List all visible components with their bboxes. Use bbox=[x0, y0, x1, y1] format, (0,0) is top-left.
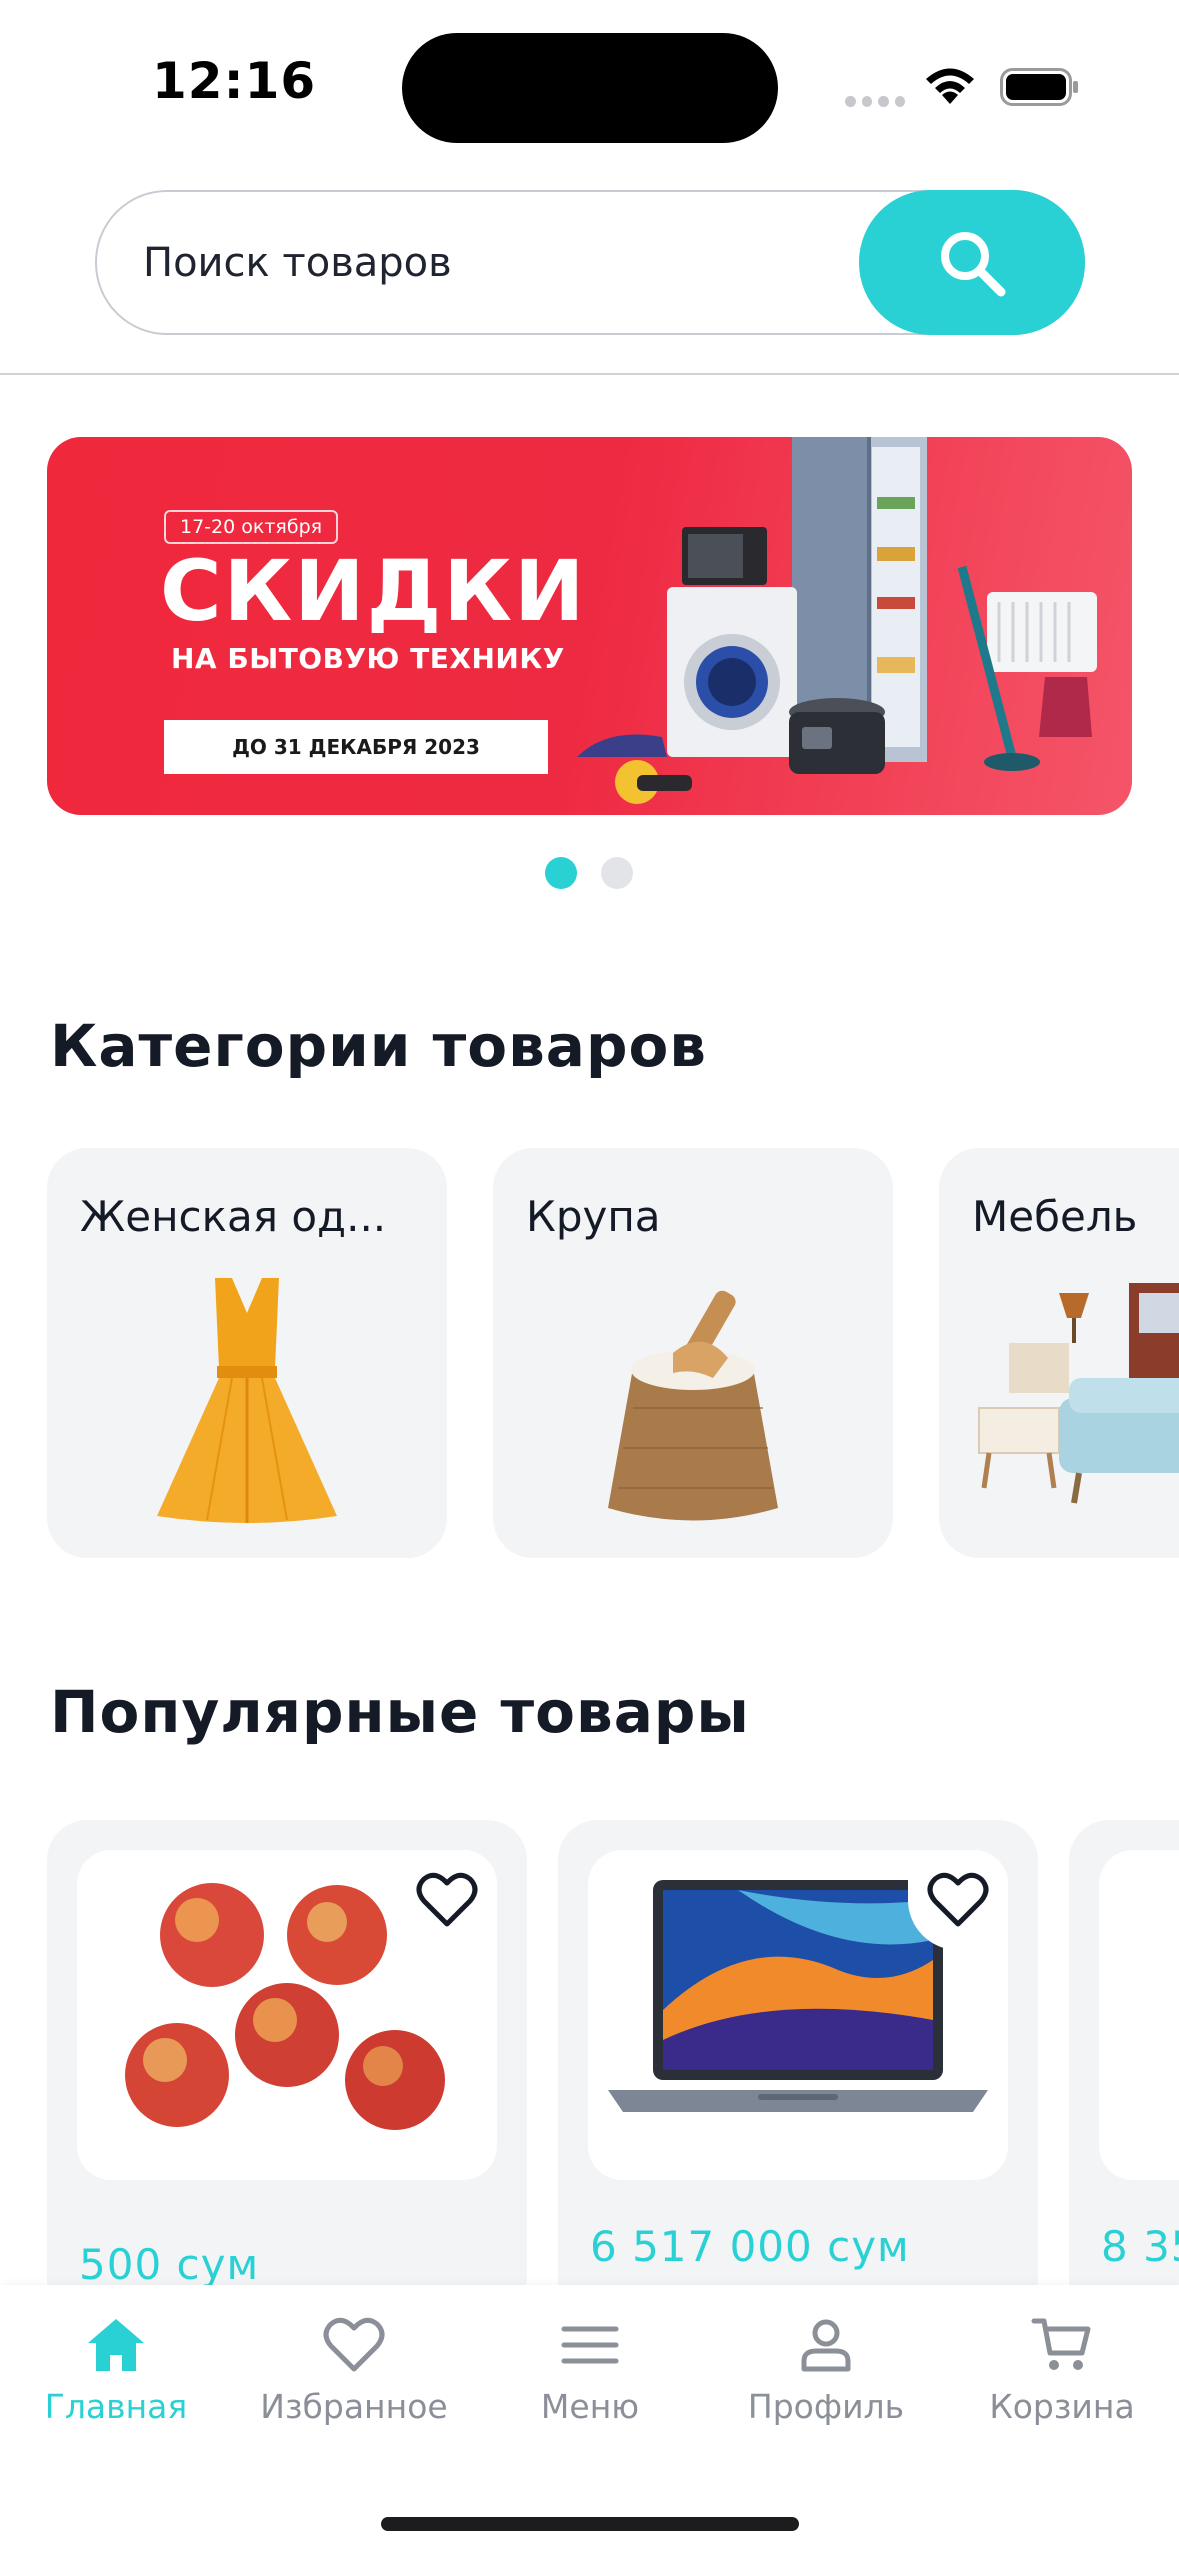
header-divider bbox=[0, 373, 1179, 375]
heart-icon bbox=[323, 2317, 385, 2372]
search-icon bbox=[941, 231, 1006, 296]
product-card[interactable]: 6 517 000 сум bbox=[558, 1820, 1038, 2285]
banner-date-range: 17-20 октября bbox=[164, 510, 339, 544]
home-indicator bbox=[381, 2517, 799, 2531]
profile-icon bbox=[801, 2319, 851, 2372]
wifi-icon bbox=[926, 68, 974, 104]
banner-title: СКИДКИ bbox=[160, 542, 587, 640]
tab-label: Корзина bbox=[989, 2387, 1135, 2426]
tab-label: Главная bbox=[44, 2387, 188, 2426]
banner-deadline: ДО 31 ДЕКАБРЯ 2023 bbox=[164, 720, 548, 774]
categories-list: Женская од... Крупа Мебель bbox=[47, 1148, 1179, 1558]
carousel-dot-2[interactable] bbox=[601, 857, 633, 889]
tab-label: Меню bbox=[540, 2387, 640, 2426]
tab-profile[interactable]: Профиль bbox=[708, 2313, 944, 2433]
heart-icon bbox=[927, 1872, 989, 1927]
popular-products-list: 500 сум 6 517 000 сум 8 35 bbox=[47, 1820, 1179, 2285]
category-card-furniture[interactable]: Мебель bbox=[939, 1148, 1179, 1558]
product-image-container bbox=[1099, 1850, 1179, 2180]
tab-cart[interactable]: Корзина bbox=[944, 2313, 1179, 2433]
grain-sack-image bbox=[608, 1290, 778, 1521]
tab-label: Профиль bbox=[747, 2387, 905, 2426]
product-image-container bbox=[77, 1850, 497, 2180]
menu-icon bbox=[561, 2326, 619, 2364]
product-price: 500 сум bbox=[79, 2240, 260, 2285]
product-card[interactable]: 8 35 bbox=[1069, 1820, 1179, 2285]
bottom-tab-bar: Главная Избранное Меню Профиль Корзина bbox=[0, 2285, 1179, 2556]
favorite-button[interactable] bbox=[908, 1850, 1008, 1950]
category-card-grain[interactable]: Крупа bbox=[493, 1148, 893, 1558]
carousel-indicator bbox=[545, 857, 633, 889]
popular-title: Популярные товары bbox=[50, 1678, 750, 1746]
status-time: 12:16 bbox=[152, 52, 317, 110]
dress-image bbox=[157, 1278, 337, 1523]
appliances-image bbox=[577, 437, 1097, 804]
favorite-button[interactable] bbox=[397, 1850, 497, 1950]
categories-title: Категории товаров bbox=[50, 1012, 708, 1080]
product-image-container bbox=[588, 1850, 1008, 2180]
search-input[interactable] bbox=[143, 192, 883, 333]
tab-home[interactable]: Главная bbox=[0, 2313, 234, 2433]
heart-icon bbox=[416, 1872, 478, 1927]
product-price: 8 35 bbox=[1101, 2222, 1179, 2271]
cellular-signal-icon bbox=[845, 96, 905, 108]
category-label: Крупа bbox=[526, 1192, 661, 1241]
promo-banner[interactable]: 17-20 октября СКИДКИ НА БЫТОВУЮ ТЕХНИКУ … bbox=[47, 437, 1132, 815]
status-bar: 12:16 bbox=[0, 0, 1179, 170]
product-price: 6 517 000 сум bbox=[590, 2222, 910, 2271]
product-card[interactable]: 500 сум bbox=[47, 1820, 527, 2285]
tab-favorites[interactable]: Избранное bbox=[236, 2313, 472, 2433]
search-bar bbox=[95, 190, 1085, 335]
battery-icon bbox=[1000, 68, 1078, 106]
category-label: Мебель bbox=[972, 1192, 1138, 1241]
category-card-womens-clothing[interactable]: Женская од... bbox=[47, 1148, 447, 1558]
tab-menu[interactable]: Меню bbox=[472, 2313, 708, 2433]
search-button[interactable] bbox=[859, 190, 1085, 335]
cart-icon bbox=[1031, 2318, 1091, 2370]
dynamic-island bbox=[402, 33, 778, 143]
carousel-dot-1[interactable] bbox=[545, 857, 577, 889]
tab-label: Избранное bbox=[260, 2387, 448, 2426]
home-icon bbox=[88, 2319, 144, 2371]
banner-subtitle: НА БЫТОВУЮ ТЕХНИКУ bbox=[171, 642, 565, 675]
furniture-image bbox=[978, 1283, 1179, 1504]
category-label: Женская од... bbox=[80, 1192, 387, 1241]
